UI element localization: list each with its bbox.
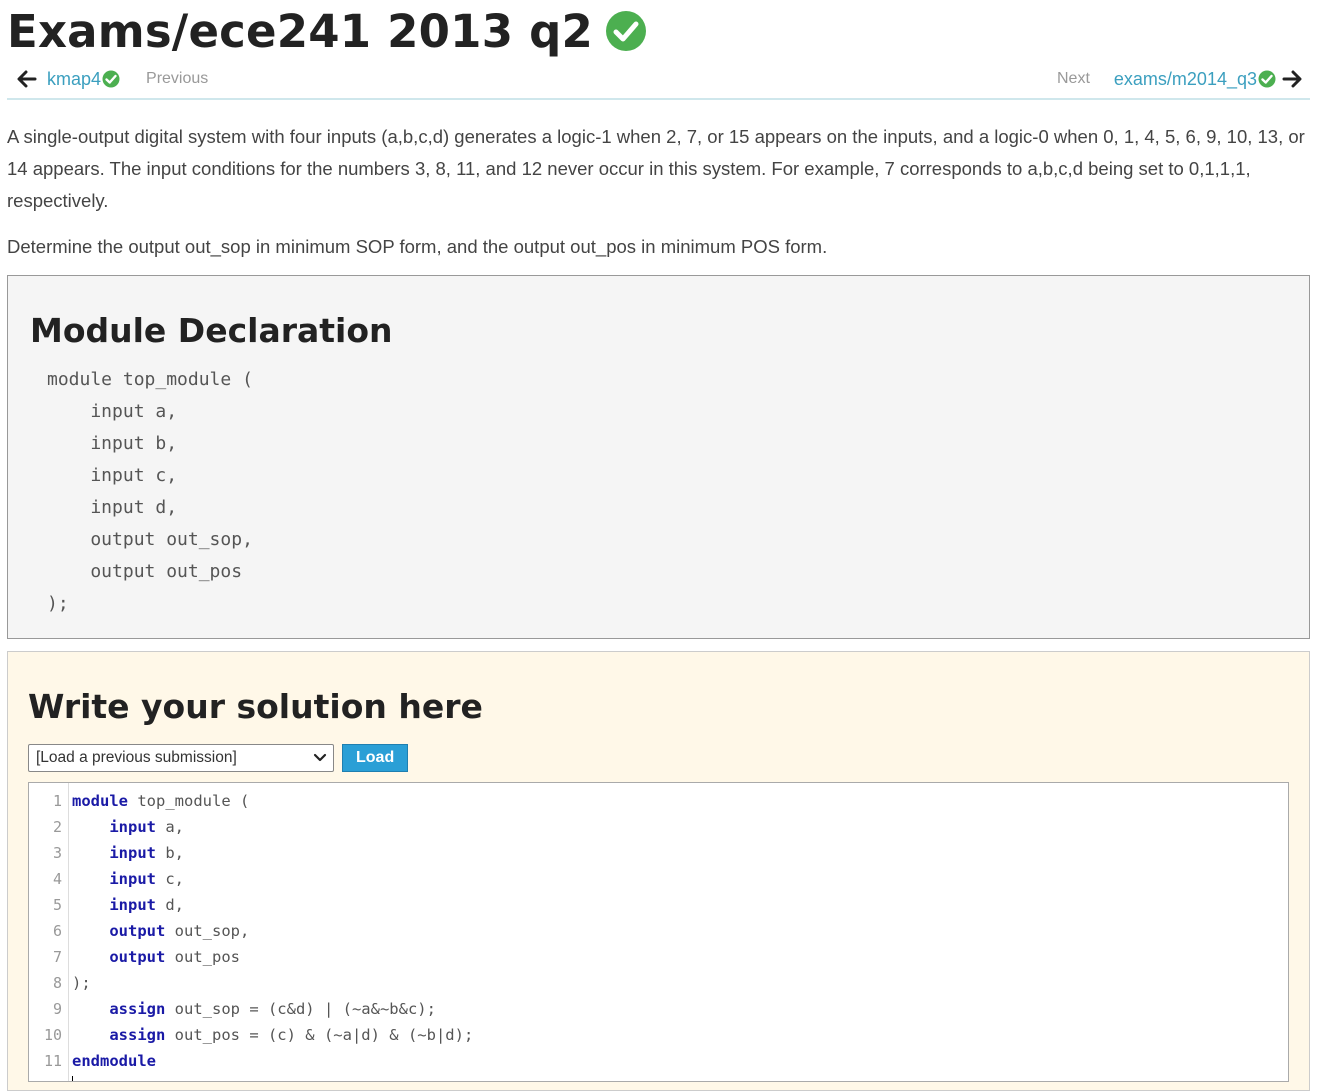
check-circle-icon xyxy=(102,70,120,88)
load-button[interactable]: Load xyxy=(342,744,409,772)
line-number: 5 xyxy=(52,896,62,914)
arrow-left-icon[interactable] xyxy=(17,70,37,88)
code-line[interactable]: output out_sop, xyxy=(72,920,1288,946)
check-circle-icon xyxy=(1258,70,1276,88)
code-text: ); xyxy=(72,974,91,992)
prev-problem-link[interactable]: kmap4 xyxy=(47,69,120,90)
module-declaration-heading: Module Declaration xyxy=(30,311,393,350)
code-keyword: output xyxy=(109,948,166,966)
code-keyword: output xyxy=(109,922,166,940)
code-text: b, xyxy=(156,844,184,862)
arrow-right-icon[interactable] xyxy=(1282,70,1302,88)
code-text: out_sop = (c&d) | (~a&~b&c); xyxy=(165,1000,436,1018)
code-keyword: input xyxy=(109,818,156,836)
chevron-down-icon xyxy=(313,753,327,762)
line-number: 6 xyxy=(52,922,62,940)
line-number-gutter: 1 2 3 4 5 6 7 8 9 10 11 xyxy=(29,783,69,1081)
line-number: 2 xyxy=(52,818,62,836)
code-editor[interactable]: 1 2 3 4 5 6 7 8 9 10 11 module top_module ( input … xyxy=(28,782,1289,1082)
description-paragraph: Determine the output out_sop in minimum … xyxy=(7,236,828,257)
line-number: 3 xyxy=(52,844,62,862)
solution-panel: Write your solution here [Load a previou… xyxy=(7,651,1310,1091)
submission-controls: [Load a previous submission] Load xyxy=(28,744,1289,772)
code-keyword: input xyxy=(109,844,156,862)
problem-description: A single-output digital system with four… xyxy=(7,121,1310,263)
code-area[interactable]: module top_module ( input a, input b, in… xyxy=(69,783,1288,1081)
check-circle-icon xyxy=(606,11,646,51)
code-text: out_sop, xyxy=(165,922,250,940)
next-label: Next xyxy=(1057,70,1090,87)
code-line[interactable]: assign out_pos = (c) & (~a|d) & (~b|d); xyxy=(72,1024,1288,1050)
previous-label: Previous xyxy=(146,70,209,87)
problem-navigation: kmap4 Previous Next exams/m2014_q3 xyxy=(7,60,1310,100)
code-keyword: assign xyxy=(109,1000,166,1018)
code-keyword: input xyxy=(109,896,156,914)
next-problem-link[interactable]: exams/m2014_q3 xyxy=(1114,69,1276,90)
code-line[interactable]: assign out_sop = (c&d) | (~a&~b&c); xyxy=(72,998,1288,1024)
code-line[interactable]: input c, xyxy=(72,868,1288,894)
module-declaration-code: module top_module ( input a, input b, in… xyxy=(47,369,253,614)
nav-next: Next exams/m2014_q3 xyxy=(1057,69,1310,90)
page-title: Exams/ece241 2013 q2 xyxy=(7,4,593,58)
code-keyword: input xyxy=(109,870,156,888)
code-line[interactable]: ); xyxy=(72,972,1288,998)
code-text: c, xyxy=(156,870,184,888)
previous-submission-select[interactable]: [Load a previous submission] xyxy=(28,744,334,772)
code-line[interactable]: input b, xyxy=(72,842,1288,868)
code-text: a, xyxy=(156,818,184,836)
page-title-row: Exams/ece241 2013 q2 xyxy=(7,0,1310,60)
line-number: 11 xyxy=(43,1052,62,1070)
code-line[interactable]: output out_pos xyxy=(72,946,1288,972)
code-line[interactable]: endmodule xyxy=(72,1050,1288,1076)
description-paragraph: A single-output digital system with four… xyxy=(7,126,1305,211)
line-number: 7 xyxy=(52,948,62,966)
solution-heading: Write your solution here xyxy=(28,687,483,726)
page: Exams/ece241 2013 q2 kmap4 Previous Next… xyxy=(0,0,1317,1091)
line-number: 8 xyxy=(52,974,62,992)
code-text: out_pos = (c) & (~a|d) & (~b|d); xyxy=(165,1026,474,1044)
code-text: top_module ( xyxy=(128,792,250,810)
nav-previous: kmap4 Previous xyxy=(7,69,208,90)
line-number: 4 xyxy=(52,870,62,888)
code-keyword: endmodule xyxy=(72,1052,156,1070)
code-line[interactable]: input a, xyxy=(72,816,1288,842)
prev-problem-label: kmap4 xyxy=(47,68,102,89)
line-number: 9 xyxy=(52,1000,62,1018)
next-problem-label: exams/m2014_q3 xyxy=(1113,68,1257,89)
code-text: d, xyxy=(156,896,184,914)
code-keyword: assign xyxy=(109,1026,166,1044)
line-number: 10 xyxy=(43,1026,62,1044)
select-value: [Load a previous submission] xyxy=(36,749,237,766)
module-declaration-panel: Module Declaration module top_module ( i… xyxy=(7,275,1310,639)
text-cursor xyxy=(72,1076,73,1081)
code-text: out_pos xyxy=(165,948,240,966)
line-number: 1 xyxy=(52,792,62,810)
code-line[interactable]: input d, xyxy=(72,894,1288,920)
code-keyword: module xyxy=(72,792,128,810)
code-line[interactable]: module top_module ( xyxy=(72,790,1288,816)
